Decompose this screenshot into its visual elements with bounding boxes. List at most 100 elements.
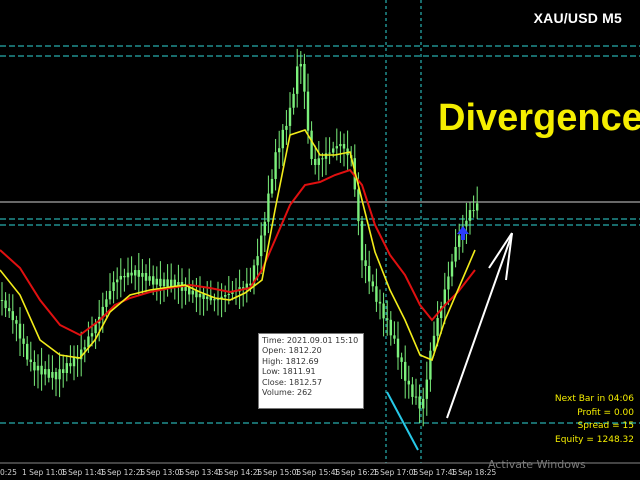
candle-body <box>425 379 428 399</box>
candle-body <box>364 260 367 266</box>
candle-body <box>411 384 414 397</box>
candle-body <box>47 369 50 378</box>
next-bar-timer: Next Bar in 04:06 <box>554 394 634 404</box>
candle-body <box>375 286 378 302</box>
candle-body <box>123 275 126 278</box>
candle-body <box>476 203 479 211</box>
candle-body <box>281 129 284 149</box>
candle-body <box>414 396 418 398</box>
candle-body <box>224 295 227 297</box>
candle-body <box>285 125 288 130</box>
candle-body <box>335 146 338 149</box>
equity-value: Equity = 1248.32 <box>555 434 634 445</box>
candle-body <box>141 273 144 277</box>
candle-body <box>15 320 18 324</box>
candle-body <box>26 343 29 360</box>
candlesticks <box>0 48 479 427</box>
candle-body <box>22 338 25 344</box>
candle-body <box>69 363 72 367</box>
candle-body <box>116 279 119 283</box>
candle-body <box>429 350 432 380</box>
candle-body <box>274 152 277 179</box>
candle-body <box>62 369 65 373</box>
divergence-title: Divergence <box>438 97 640 139</box>
candle-body <box>404 361 407 381</box>
candle-body <box>11 311 14 321</box>
candle-body <box>357 189 360 222</box>
account-stats: Next Bar in 04:06 Profit = 0.00 Spread =… <box>555 393 634 447</box>
candle-body <box>155 278 158 285</box>
candle-body <box>90 333 94 337</box>
candle-body <box>112 282 115 292</box>
candle-body <box>454 246 457 262</box>
candle-body <box>306 91 310 131</box>
candle-body <box>389 319 392 336</box>
candle-body <box>83 347 86 350</box>
candle-body <box>458 235 461 247</box>
candle-body <box>119 275 122 280</box>
bar-tooltip: Time: 2021.09.01 15:10 Open: 1812.20 Hig… <box>258 333 364 409</box>
candle-body <box>8 308 11 312</box>
candle-body <box>29 359 32 362</box>
candle-body <box>393 335 396 339</box>
candle-body <box>105 299 108 307</box>
symbol-label: XAU/USD M5 <box>533 10 622 26</box>
candle-body <box>371 281 374 287</box>
candle-body <box>314 158 317 165</box>
candle-body <box>400 357 403 362</box>
candle-body <box>382 303 385 319</box>
candle-body <box>296 66 299 94</box>
candle-body <box>65 363 68 373</box>
candle-body <box>422 398 425 409</box>
candle-body <box>378 301 382 304</box>
candle-body <box>36 365 40 371</box>
candle-body <box>170 279 173 287</box>
candle-body <box>407 380 410 385</box>
slow-ma-line <box>0 168 476 337</box>
x-tick-label: 0:25 <box>0 468 17 477</box>
candle-body <box>339 144 342 147</box>
candle-body <box>321 158 324 160</box>
candle-body <box>270 178 274 194</box>
candle-body <box>324 153 328 159</box>
candle-body <box>263 221 266 236</box>
candle-body <box>162 279 166 287</box>
candle-body <box>152 276 155 285</box>
candle-body <box>195 290 198 298</box>
tooltip-time: Time: 2021.09.01 15:10 <box>262 336 359 345</box>
candle-body <box>465 220 468 227</box>
candle-body <box>126 272 130 278</box>
candle-body <box>447 276 450 290</box>
candle-body <box>72 356 76 367</box>
candle-body <box>137 270 140 277</box>
candle-body <box>468 210 472 221</box>
fast-ma-line <box>0 129 476 362</box>
spread-value: Spread = 15 <box>577 421 634 431</box>
candle-body <box>303 63 306 92</box>
candle-body <box>0 300 4 301</box>
candle-body <box>191 290 194 295</box>
candle-body <box>332 148 335 153</box>
candle-body <box>310 130 313 159</box>
candle-body <box>256 256 259 266</box>
candle-body <box>260 235 263 257</box>
tooltip-open: Open: 1812.20 <box>262 346 322 356</box>
candle-body <box>148 276 151 281</box>
candle-body <box>58 369 61 380</box>
candle-body <box>342 144 346 149</box>
indicator-divergence-line <box>446 233 513 419</box>
candle-body <box>317 158 320 165</box>
candle-body <box>206 296 209 299</box>
candle-body <box>54 372 58 380</box>
candle-body <box>213 299 216 301</box>
candle-body <box>184 286 187 291</box>
candle-body <box>134 270 137 276</box>
profit-value: Profit = 0.00 <box>577 407 634 418</box>
candle-body <box>386 318 389 320</box>
candle-body <box>227 294 230 296</box>
candle-body <box>18 323 22 339</box>
candle-body <box>292 93 295 108</box>
candle-body <box>299 63 302 67</box>
tooltip-low: Low: 1811.91 <box>262 367 316 377</box>
candle-body <box>418 396 421 409</box>
